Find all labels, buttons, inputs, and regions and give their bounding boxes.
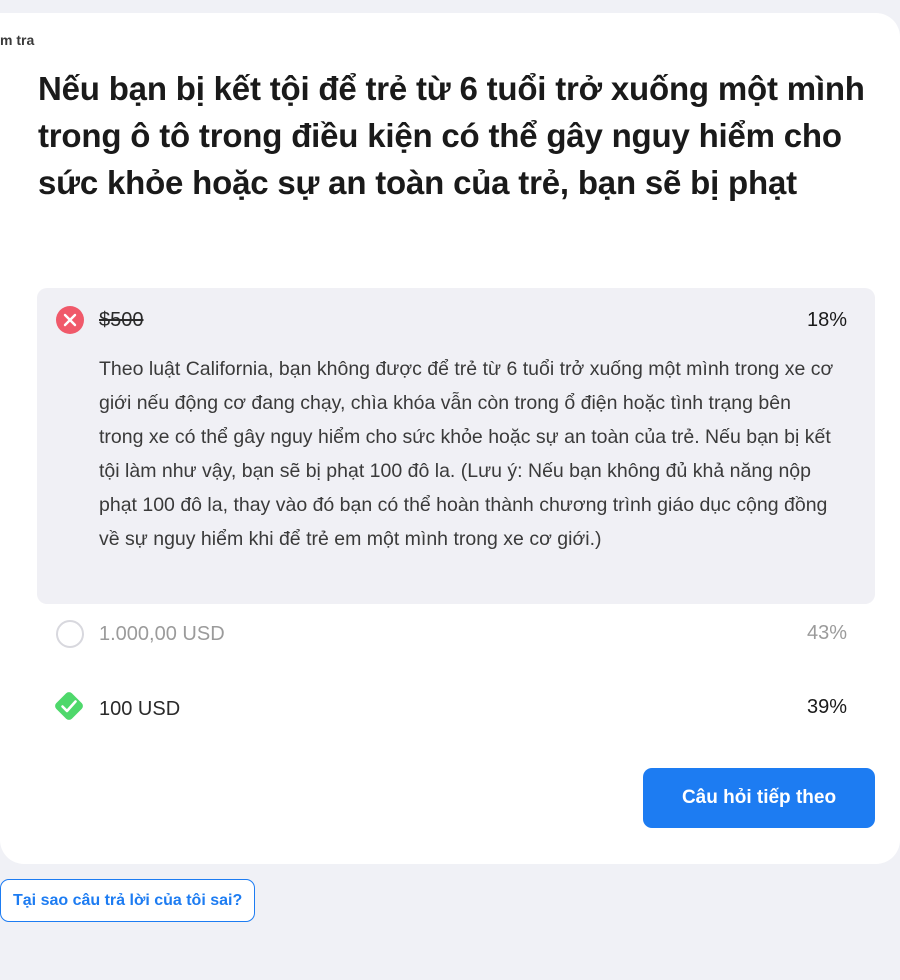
question-text: Nếu bạn bị kết tội để trẻ từ 6 tuổi trở … [38, 70, 865, 201]
answer-label: 1.000,00 USD [99, 623, 225, 645]
check-diamond-icon [51, 688, 87, 724]
empty-radio-icon [56, 620, 84, 648]
question-card: Nếu bạn bị kết tội để trẻ từ 6 tuổi trở … [0, 13, 900, 864]
answer-label: 100 USD [99, 698, 181, 720]
next-question-button[interactable]: Câu hỏi tiếp theo [643, 768, 875, 828]
why-wrong-button[interactable]: Tại sao câu trả lời của tôi sai? [0, 879, 256, 922]
breadcrumb: m tra [0, 32, 35, 48]
answer-percent: 43% [806, 622, 847, 644]
answer-option-wrong-selected[interactable]: $500 18% Theo luật California, bạn không… [37, 288, 875, 604]
answer-option-correct[interactable]: 100 USD 39% [37, 684, 875, 734]
answer-percent: 18% [806, 309, 847, 331]
answer-percent: 39% [806, 696, 847, 718]
x-circle-icon [56, 306, 84, 334]
answer-explanation: Theo luật California, bạn không được để … [99, 358, 834, 550]
answer-label: $500 [99, 309, 144, 331]
answer-option[interactable]: 1.000,00 USD 43% [37, 609, 875, 659]
